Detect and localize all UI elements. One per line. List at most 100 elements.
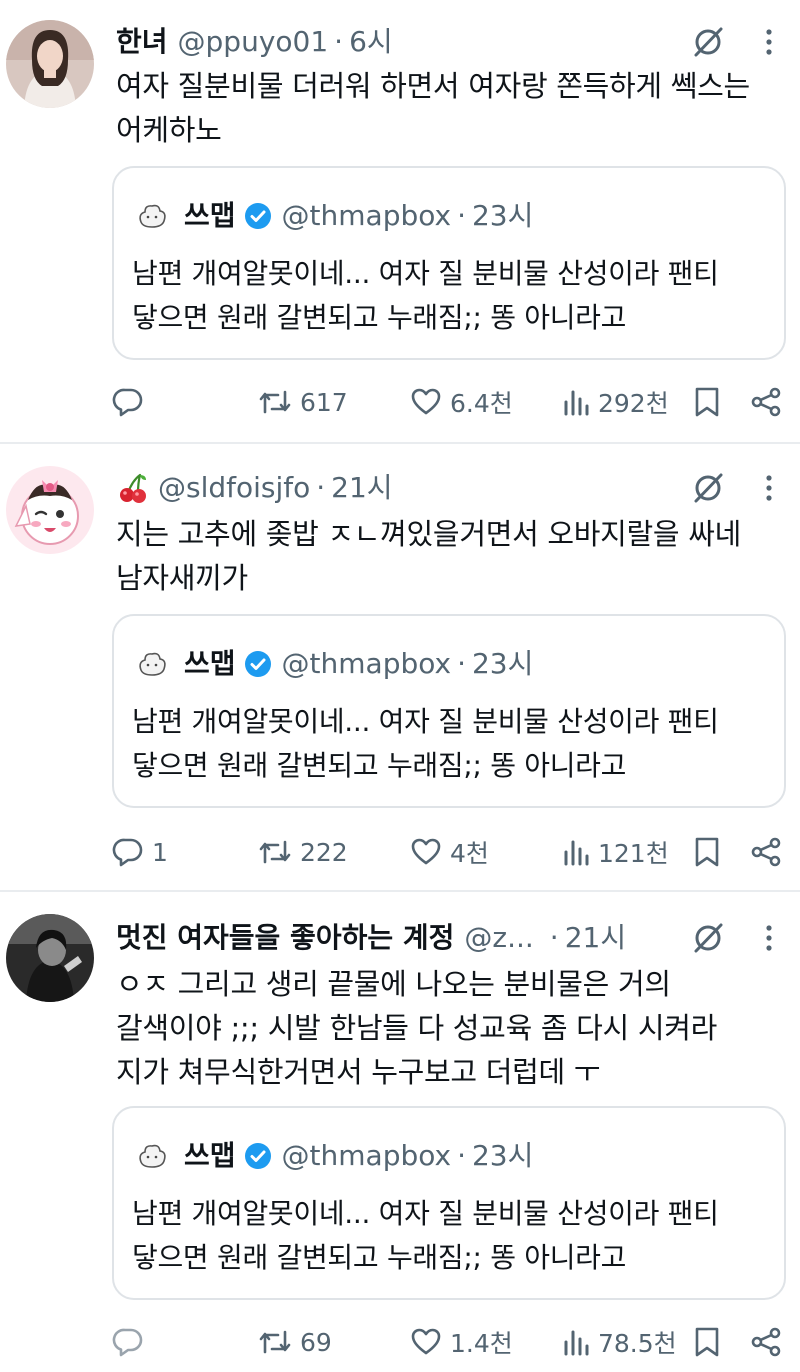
avatar[interactable] bbox=[6, 466, 94, 554]
tweet-text: 지는 고추에 좆밥 ㅈㄴ껴있을거면서 오바지랄을 싸네 남자새끼가 bbox=[116, 512, 780, 600]
tweet-text-line: 어케하노 bbox=[116, 113, 222, 147]
tweet-text-line: ㅇㅈ 그리고 생리 끝물에 나오는 분비물은 거의 bbox=[116, 967, 671, 1001]
quoted-tweet[interactable]: 쓰맵 @thmapbox · 23시 남편 개여알못이네... 여자 질 분비물… bbox=[112, 614, 786, 808]
heart-icon bbox=[411, 388, 441, 415]
heart-icon bbox=[411, 1328, 441, 1355]
action-bar: 1 222 4천 121천 bbox=[0, 830, 800, 874]
separator-dot: · bbox=[457, 1139, 466, 1172]
quoted-text-line: 닿으면 원래 갈변되고 누래짐;; 똥 아니라고 bbox=[132, 749, 627, 782]
quoted-timestamp[interactable]: 23시 bbox=[472, 1136, 533, 1176]
share-icon bbox=[751, 387, 781, 417]
retweet-count: 69 bbox=[300, 1327, 332, 1357]
verified-badge-icon bbox=[244, 203, 271, 229]
bookmark-button[interactable] bbox=[694, 1320, 720, 1364]
quoted-timestamp[interactable]: 23시 bbox=[472, 196, 533, 236]
avatar[interactable] bbox=[6, 914, 94, 1002]
quoted-text: 남편 개여알못이네... 여자 질 분비물 산성이라 팬티 닿으면 원래 갈변되… bbox=[132, 700, 768, 788]
quoted-display-name[interactable]: 쓰맵 bbox=[184, 1136, 236, 1176]
quoted-tweet[interactable]: 쓰맵 @thmapbox · 23시 남편 개여알못이네... 여자 질 분비물… bbox=[112, 1106, 786, 1300]
quoted-text-line: 닿으면 원래 갈변되고 누래짐;; 똥 아니라고 bbox=[132, 301, 627, 334]
reply-button[interactable] bbox=[112, 380, 152, 424]
retweet-count: 222 bbox=[300, 837, 348, 867]
views-icon bbox=[564, 390, 589, 416]
timestamp[interactable]: 21시 bbox=[331, 468, 392, 508]
handle[interactable]: @ppuyo01 bbox=[178, 22, 329, 62]
separator-dot: · bbox=[316, 471, 326, 504]
action-bar: 69 1.4천 78.5천 bbox=[0, 1320, 800, 1364]
tweet-text-line: 여자 질분비물 더러워 하면서 여자랑 쫀득하게 쎅스는 bbox=[116, 69, 750, 103]
share-button[interactable] bbox=[750, 1320, 782, 1364]
more-icon[interactable] bbox=[756, 22, 782, 62]
grok-icon[interactable] bbox=[688, 468, 728, 508]
display-name[interactable]: 멋진 여자들을 좋아하는 계정 bbox=[116, 918, 454, 958]
quoted-text: 남편 개여알못이네... 여자 질 분비물 산성이라 팬티 닿으면 원래 갈변되… bbox=[132, 252, 768, 340]
separator-dot: · bbox=[334, 25, 344, 58]
retweet-button[interactable]: 69 bbox=[258, 1320, 332, 1364]
quoted-display-name[interactable]: 쓰맵 bbox=[184, 196, 236, 236]
action-bar: 617 6.4천 292천 bbox=[0, 380, 800, 424]
quoted-display-name[interactable]: 쓰맵 bbox=[184, 644, 236, 684]
like-count: 6.4천 bbox=[450, 389, 513, 418]
grok-icon[interactable] bbox=[688, 22, 728, 62]
verified-badge-icon bbox=[244, 651, 271, 677]
quoted-text: 남편 개여알못이네... 여자 질 분비물 산성이라 팬티 닿으면 원래 갈변되… bbox=[132, 1192, 768, 1280]
quoted-text-line: 남편 개여알못이네... 여자 질 분비물 산성이라 팬티 bbox=[132, 1197, 719, 1230]
reply-button[interactable]: 1 bbox=[112, 830, 168, 874]
quoted-handle[interactable]: @thmapbox bbox=[282, 1136, 452, 1176]
bookmark-icon bbox=[695, 837, 719, 867]
reply-icon bbox=[112, 1328, 143, 1357]
views-button[interactable]: 292천 bbox=[562, 380, 669, 424]
timestamp[interactable]: 6시 bbox=[349, 22, 393, 62]
quoted-handle[interactable]: @thmapbox bbox=[282, 196, 452, 236]
tweet-text-line: 남자새끼가 bbox=[116, 561, 248, 595]
more-icon[interactable] bbox=[756, 468, 782, 508]
separator-dot: · bbox=[549, 921, 559, 954]
tweet-text-line: 지가 쳐무식한거면서 누구보고 더럽데 ㅜ bbox=[116, 1055, 601, 1089]
views-button[interactable]: 78.5천 bbox=[562, 1320, 677, 1364]
tweet-text: 여자 질분비물 더러워 하면서 여자랑 쫀득하게 쎅스는 어케하노 bbox=[116, 64, 780, 152]
quoted-avatar bbox=[132, 644, 172, 684]
grok-icon[interactable] bbox=[688, 918, 728, 958]
handle[interactable]: @z... bbox=[464, 918, 533, 958]
bookmark-button[interactable] bbox=[694, 380, 720, 424]
quoted-timestamp[interactable]: 23시 bbox=[472, 644, 533, 684]
like-count: 4천 bbox=[450, 839, 489, 868]
retweet-button[interactable]: 617 bbox=[258, 380, 348, 424]
more-icon[interactable] bbox=[756, 918, 782, 958]
like-button[interactable]: 6.4천 bbox=[410, 380, 513, 424]
quoted-handle[interactable]: @thmapbox bbox=[282, 644, 452, 684]
retweet-icon bbox=[259, 390, 291, 414]
like-button[interactable]: 1.4천 bbox=[410, 1320, 513, 1364]
avatar[interactable] bbox=[6, 20, 94, 108]
like-count: 1.4천 bbox=[450, 1329, 513, 1358]
tweet-text: ㅇㅈ 그리고 생리 끝물에 나오는 분비물은 거의 갈색이야 ;;; 시발 한남… bbox=[116, 962, 780, 1094]
handle[interactable]: @sldfoisjfo bbox=[158, 468, 310, 508]
verified-badge-icon bbox=[244, 1143, 271, 1169]
views-count: 121천 bbox=[598, 839, 669, 868]
tweet-3[interactable]: 멋진 여자들을 좋아하는 계정 @z... · 21시 ㅇㅈ 그리고 생리 끝물… bbox=[0, 892, 800, 1372]
reply-button[interactable] bbox=[112, 1320, 152, 1364]
bookmark-icon bbox=[695, 387, 719, 417]
quoted-avatar bbox=[132, 196, 172, 236]
bookmark-button[interactable] bbox=[694, 830, 720, 874]
display-name[interactable]: 한녀 bbox=[116, 22, 168, 62]
reply-icon bbox=[112, 838, 143, 867]
retweet-button[interactable]: 222 bbox=[258, 830, 348, 874]
quoted-tweet[interactable]: 쓰맵 @thmapbox · 23시 남편 개여알못이네... 여자 질 분비물… bbox=[112, 166, 786, 360]
retweet-icon bbox=[259, 840, 291, 864]
quoted-text-line: 남편 개여알못이네... 여자 질 분비물 산성이라 팬티 bbox=[132, 705, 719, 738]
share-button[interactable] bbox=[750, 380, 782, 424]
separator-dot: · bbox=[457, 199, 466, 232]
timestamp[interactable]: 21시 bbox=[565, 918, 626, 958]
views-count: 78.5천 bbox=[598, 1329, 677, 1358]
views-icon bbox=[564, 840, 589, 866]
reply-icon bbox=[112, 388, 143, 417]
quoted-text-line: 남편 개여알못이네... 여자 질 분비물 산성이라 팬티 bbox=[132, 257, 719, 290]
share-button[interactable] bbox=[750, 830, 782, 874]
views-button[interactable]: 121천 bbox=[562, 830, 669, 874]
tweet-1[interactable]: 한녀 @ppuyo01 · 6시 여자 질분비물 더러워 하면서 여자랑 쫀득하… bbox=[0, 0, 800, 442]
tweet-2[interactable]: @sldfoisjfo · 21시 지는 고추에 좆밥 ㅈㄴ껴있을거면서 오바지… bbox=[0, 444, 800, 890]
share-icon bbox=[751, 837, 781, 867]
separator-dot: · bbox=[457, 647, 466, 680]
like-button[interactable]: 4천 bbox=[410, 830, 489, 874]
